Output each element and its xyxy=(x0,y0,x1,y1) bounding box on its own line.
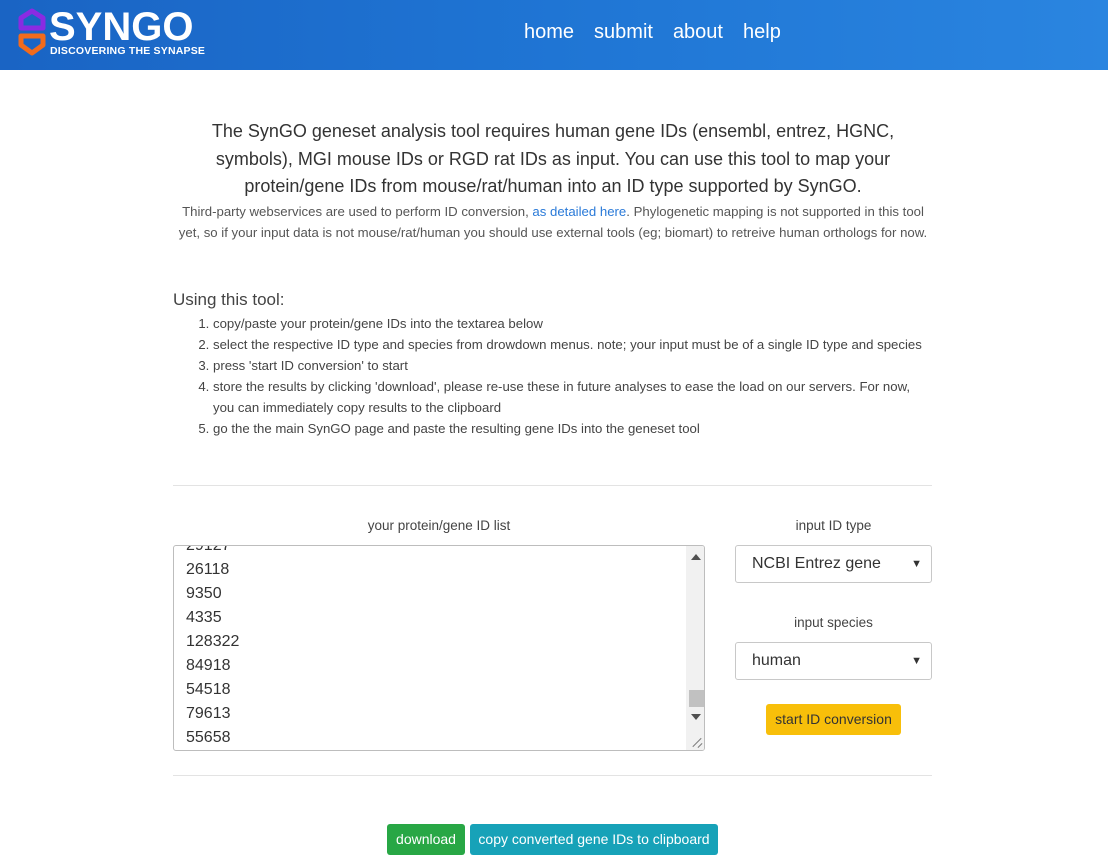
id-list-textarea[interactable]: 29127 26118 9350 4335 128322 84918 54518… xyxy=(173,545,705,751)
id-list-line: 79613 xyxy=(186,705,231,722)
usage-step: go the the main SynGO page and paste the… xyxy=(213,418,933,439)
usage-step: press 'start ID conversion' to start xyxy=(213,355,933,376)
top-navbar: SYNGO DISCOVERING THE SYNAPSE home submi… xyxy=(0,0,1108,70)
intro-detail-part1: Third-party webservices are used to perf… xyxy=(182,203,533,219)
details-link[interactable]: as detailed here xyxy=(532,204,626,219)
logo-wordmark: SYNGO xyxy=(49,5,194,49)
usage-step: copy/paste your protein/gene IDs into th… xyxy=(213,313,933,334)
download-button[interactable]: download xyxy=(387,824,465,855)
scroll-down-arrow-icon[interactable] xyxy=(691,714,701,720)
logo-tagline: DISCOVERING THE SYNAPSE xyxy=(50,45,206,57)
nav-home[interactable]: home xyxy=(514,18,584,46)
id-list-line: 55658 xyxy=(186,729,231,746)
nav-about[interactable]: about xyxy=(663,18,733,46)
dropdown-caret-icon: ▼ xyxy=(911,655,922,667)
scroll-up-arrow-icon[interactable] xyxy=(691,554,701,560)
resize-grip-icon[interactable] xyxy=(686,732,704,750)
nav-help[interactable]: help xyxy=(733,18,791,46)
textarea-scrollbar[interactable] xyxy=(686,546,704,750)
id-list-line: 84918 xyxy=(186,657,231,674)
id-list-line: 128322 xyxy=(186,633,240,650)
species-value: human xyxy=(752,652,801,669)
intro-lead-text: The SynGO geneset analysis tool requires… xyxy=(211,121,895,196)
id-list-label: your protein/gene ID list xyxy=(367,518,511,533)
intro-section: The SynGO geneset analysis tool requires… xyxy=(173,118,933,243)
id-list-line: 29127 xyxy=(186,545,231,554)
syngo-logo[interactable]: SYNGO DISCOVERING THE SYNAPSE xyxy=(16,5,206,62)
id-list-line: 4335 xyxy=(186,609,222,626)
species-select[interactable]: human ▼ xyxy=(735,642,932,680)
usage-title: Using this tool: xyxy=(173,290,285,309)
main-nav: home submit about help xyxy=(514,18,791,46)
dropdown-caret-icon: ▼ xyxy=(911,558,922,570)
id-type-select[interactable]: NCBI Entrez gene ▼ xyxy=(735,545,932,583)
divider xyxy=(173,775,932,776)
id-list-content: 29127 26118 9350 4335 128322 84918 54518… xyxy=(186,545,240,750)
start-conversion-button[interactable]: start ID conversion xyxy=(766,704,901,735)
id-list-line: 9350 xyxy=(186,585,222,602)
id-list-line: 54518 xyxy=(186,681,231,698)
id-list-line: 26118 xyxy=(186,561,230,578)
usage-step: select the respective ID type and specie… xyxy=(213,334,933,355)
species-label: input species xyxy=(794,615,873,630)
nav-submit[interactable]: submit xyxy=(584,18,663,46)
intro-detail-text: Third-party webservices are used to perf… xyxy=(173,201,933,243)
usage-steps: copy/paste your protein/gene IDs into th… xyxy=(213,313,933,439)
divider xyxy=(173,485,932,486)
copy-to-clipboard-button[interactable]: copy converted gene IDs to clipboard xyxy=(470,824,718,855)
syngo-logo-icon xyxy=(18,8,46,56)
usage-section: Using this tool: copy/paste your protein… xyxy=(173,288,933,439)
id-type-label: input ID type xyxy=(795,518,872,533)
scrollbar-thumb[interactable] xyxy=(689,690,704,707)
id-type-value: NCBI Entrez gene xyxy=(752,555,881,572)
usage-step: store the results by clicking 'download'… xyxy=(213,376,933,418)
